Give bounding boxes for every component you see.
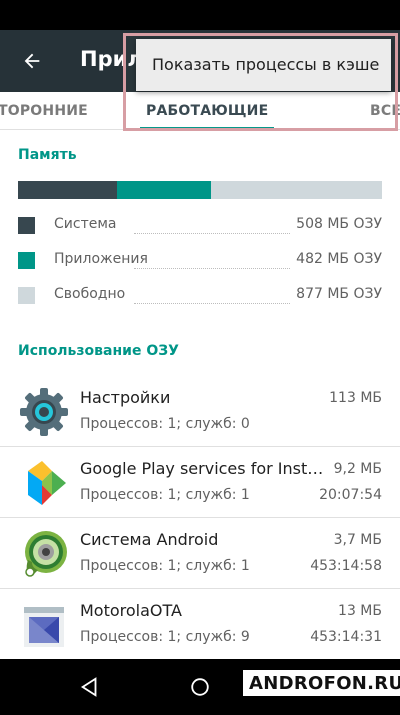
legend-value: 508 МБ ОЗУ xyxy=(296,216,382,232)
app-row-motorola-ota[interactable]: MotorolaOTA 13 МБ Процессов: 1; служб: 9… xyxy=(0,589,400,660)
nav-back-button[interactable] xyxy=(70,669,110,705)
memory-bar-system xyxy=(18,181,118,199)
app-process-count: Процессов: 1; служб: 1 xyxy=(80,487,250,503)
app-name: MotorolaOTA xyxy=(80,601,182,620)
legend-leader xyxy=(134,268,290,269)
legend-label: Свободно xyxy=(54,286,126,302)
overflow-menu: Показать процессы в кэше xyxy=(136,39,391,91)
memory-bar-apps xyxy=(117,181,211,199)
google-play-services-icon xyxy=(28,461,66,505)
legend-apps: Приложения 482 МБ ОЗУ xyxy=(18,249,382,273)
app-uptime: 453:14:58 xyxy=(310,558,382,574)
memory-bar-free xyxy=(211,181,382,199)
legend-value: 877 МБ ОЗУ xyxy=(296,286,382,302)
ram-usage-section-title: Использование ОЗУ xyxy=(18,343,179,359)
legend-free: Свободно 877 МБ ОЗУ xyxy=(18,284,382,308)
watermark-logo: ANDROFON.RU xyxy=(243,670,400,696)
legend-label: Система xyxy=(54,216,117,232)
back-button[interactable] xyxy=(12,42,52,80)
legend-swatch xyxy=(18,252,35,269)
android-system-icon xyxy=(25,531,67,577)
app-size: 13 МБ xyxy=(338,603,382,619)
nav-back-triangle-icon xyxy=(80,677,97,697)
app-size: 9,2 МБ xyxy=(333,461,382,477)
legend-leader xyxy=(134,303,290,304)
memory-section-title: Память xyxy=(18,147,77,163)
app-name: Google Play services for Insta... xyxy=(80,459,326,478)
status-bar xyxy=(0,0,400,30)
app-name: Настройки xyxy=(80,388,171,407)
legend-value: 482 МБ ОЗУ xyxy=(296,251,382,267)
legend-leader xyxy=(134,233,290,234)
tab-third-party[interactable]: ТОРОННИЕ xyxy=(0,92,88,129)
nav-home-button[interactable] xyxy=(180,669,220,705)
app-process-count: Процессов: 1; служб: 1 xyxy=(80,558,250,574)
menu-item-show-cached-processes[interactable]: Показать процессы в кэше xyxy=(152,55,379,74)
legend-swatch xyxy=(18,217,35,234)
memory-bar xyxy=(18,181,382,199)
legend-system: Система 508 МБ ОЗУ xyxy=(18,214,382,238)
app-uptime: 453:14:31 xyxy=(310,629,382,645)
arrow-back-icon xyxy=(24,53,40,69)
app-size: 113 МБ xyxy=(329,390,382,406)
legend-swatch xyxy=(18,287,35,304)
app-process-count: Процессов: 1; служб: 9 xyxy=(80,629,250,645)
settings-gear-icon xyxy=(20,388,68,436)
app-size: 3,7 МБ xyxy=(333,532,382,548)
app-row-google-play-services[interactable]: Google Play services for Insta... 9,2 МБ… xyxy=(0,447,400,518)
app-row-android-system[interactable]: Система Android 3,7 МБ Процессов: 1; слу… xyxy=(0,518,400,589)
app-process-count: Процессов: 1; служб: 0 xyxy=(80,416,250,432)
motorola-ota-icon xyxy=(24,607,64,647)
app-uptime: 20:07:54 xyxy=(319,487,382,503)
app-name: Система Android xyxy=(80,530,219,549)
app-row-settings[interactable]: Настройки 113 МБ Процессов: 1; служб: 0 xyxy=(0,376,400,447)
overflow-menu-highlight: Показать процессы в кэше xyxy=(123,33,398,131)
nav-home-circle-icon xyxy=(191,678,209,696)
legend-label: Приложения xyxy=(54,251,148,267)
